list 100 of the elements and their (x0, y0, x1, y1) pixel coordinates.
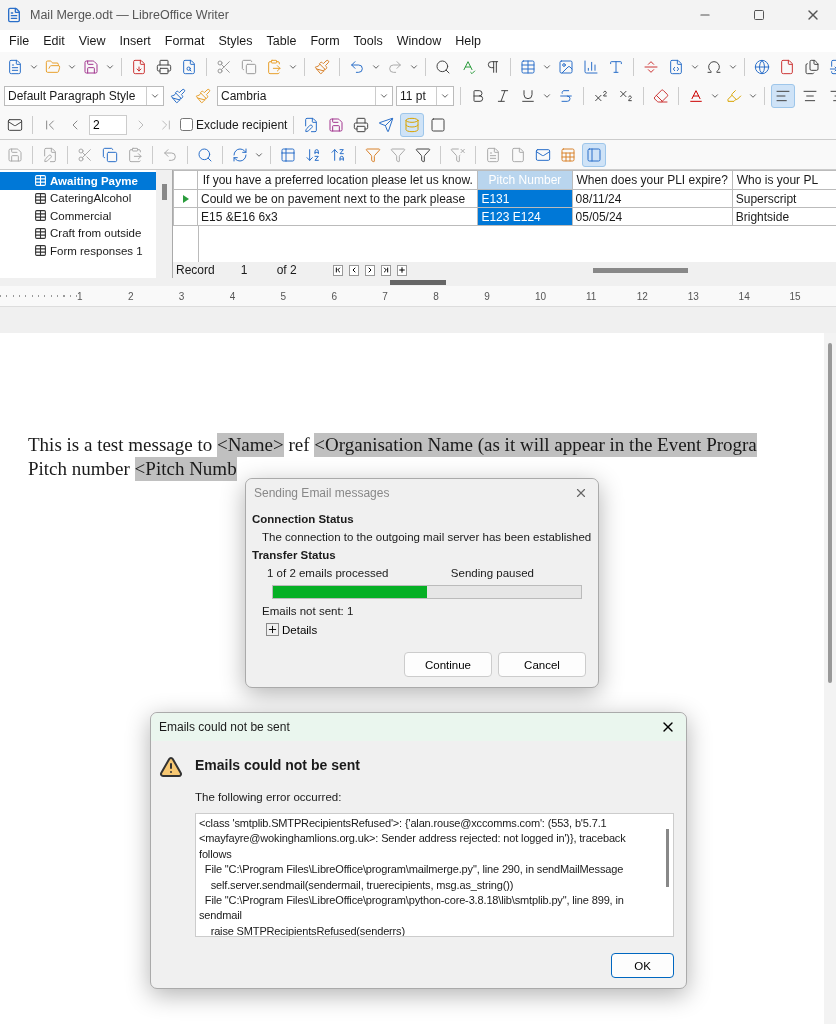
text-box-icon[interactable] (608, 58, 624, 75)
print-merged-icon[interactable] (353, 116, 370, 133)
folder-icon[interactable] (45, 58, 61, 75)
table-tree-item[interactable]: Craft from outside (0, 224, 156, 242)
sort-icon[interactable] (280, 146, 296, 163)
mail-icon[interactable] (7, 116, 23, 133)
splitter-handle[interactable] (390, 279, 446, 285)
save-merged-icon[interactable] (328, 116, 345, 133)
menu-item[interactable]: Window (389, 34, 449, 48)
underline-icon[interactable] (520, 87, 536, 104)
footnote-icon[interactable] (779, 58, 795, 75)
exclude-recipient-checkbox[interactable] (180, 118, 193, 131)
new-style-icon[interactable] (195, 87, 211, 104)
record-navigation-button[interactable] (364, 264, 375, 276)
menu-item[interactable]: Tools (346, 34, 390, 48)
record-navigation-button[interactable] (380, 264, 391, 276)
data-source-icon[interactable] (560, 146, 576, 163)
table-tree-item[interactable]: Form responses 1 (0, 242, 156, 260)
sort-ascending-icon[interactable] (305, 146, 321, 163)
refresh-icon[interactable] (232, 146, 248, 163)
send-email-icon[interactable] (378, 116, 395, 133)
menu-item[interactable]: Edit (36, 34, 72, 48)
undo-icon[interactable] (349, 58, 365, 75)
dialog-button[interactable]: Cancel (498, 652, 586, 677)
print-icon[interactable] (156, 58, 172, 75)
table-tree-item[interactable]: Commercial (0, 207, 156, 225)
paintbrush-icon[interactable] (314, 58, 330, 75)
edit-document-icon[interactable] (303, 116, 320, 133)
table-tree-item[interactable]: CateringAlcohol (0, 189, 156, 207)
cut-icon[interactable] (77, 146, 93, 163)
new-document-icon[interactable] (7, 58, 23, 75)
search-icon[interactable] (435, 58, 451, 75)
menu-item[interactable]: Styles (211, 34, 260, 48)
save-icon[interactable] (83, 58, 99, 75)
page-break-icon[interactable] (643, 58, 659, 75)
menu-item[interactable]: Format (157, 34, 212, 48)
column-header[interactable]: Who is your PL (732, 170, 836, 190)
data-to-fields-icon[interactable] (510, 146, 526, 163)
menu-item[interactable]: View (71, 34, 113, 48)
ok-button[interactable]: OK (611, 953, 674, 978)
field-icon[interactable] (668, 58, 684, 75)
redo-icon[interactable] (387, 58, 403, 75)
undo-icon[interactable] (162, 146, 178, 163)
font-color-icon[interactable] (688, 87, 704, 104)
dialog-button[interactable]: Continue (404, 652, 492, 677)
chart-icon[interactable] (583, 58, 599, 75)
paste-icon[interactable] (266, 58, 282, 75)
paste-icon[interactable] (127, 146, 143, 163)
explorer-button[interactable] (582, 142, 606, 167)
column-header[interactable]: When does your PLI expire? (572, 170, 733, 190)
record-navigation-button[interactable] (396, 264, 407, 276)
sort-descending-icon[interactable] (330, 146, 346, 163)
pilcrow-icon[interactable] (485, 58, 501, 75)
merge-field[interactable]: <Organisation Name (as it will appear in the Event Progra (314, 433, 757, 457)
font-name-field[interactable]: Cambria (217, 85, 393, 106)
record-navigation-button[interactable] (348, 264, 359, 276)
checkbox-label[interactable]: Exclude recipient (196, 117, 288, 132)
table-icon[interactable] (520, 58, 536, 75)
pdf-export-icon[interactable] (131, 58, 147, 75)
menu-item[interactable]: Insert (112, 34, 158, 48)
print-preview-icon[interactable] (181, 58, 197, 75)
edit-data-icon[interactable] (42, 146, 58, 163)
bold-icon[interactable] (470, 87, 486, 104)
image-icon[interactable] (558, 58, 574, 75)
copy-icon[interactable] (102, 146, 118, 163)
column-header[interactable]: If you have a preferred location please let us know. (197, 170, 478, 190)
scrollbar[interactable] (156, 170, 172, 278)
style-update-icon[interactable] (170, 87, 186, 104)
align-left-button[interactable] (771, 83, 795, 108)
paragraph-style-field[interactable]: Default Paragraph Style (4, 85, 164, 106)
remove-filter-icon[interactable] (450, 146, 466, 163)
table-tree-item[interactable]: Awaiting Payme (0, 172, 156, 190)
cut-icon[interactable] (216, 58, 232, 75)
clear-formatting-icon[interactable] (653, 87, 669, 104)
documents-icon[interactable] (804, 58, 820, 75)
merge-field[interactable]: <Pitch Numb (134, 457, 237, 481)
font-size-field[interactable]: 11 pt (396, 85, 454, 106)
autofilter-icon[interactable] (365, 146, 381, 163)
database-button[interactable] (400, 112, 425, 137)
page-icon[interactable] (430, 116, 447, 133)
merge-field[interactable]: <Name> (216, 433, 284, 457)
save-record-icon[interactable] (7, 146, 23, 163)
menu-item[interactable]: Help (448, 34, 488, 48)
search-icon[interactable] (197, 146, 213, 163)
menu-item[interactable]: File (2, 34, 37, 48)
menu-item[interactable]: Table (259, 34, 304, 48)
scrollbar[interactable] (592, 267, 688, 273)
data-to-text-icon[interactable] (485, 146, 501, 163)
italic-icon[interactable] (495, 87, 511, 104)
highlighter-icon[interactable] (726, 87, 742, 104)
omega-icon[interactable] (706, 58, 722, 75)
record-number-field[interactable]: 2 (89, 114, 127, 135)
details-expander[interactable]: Details (252, 623, 318, 636)
hyperlink-icon[interactable] (754, 58, 770, 75)
strikethrough-icon[interactable] (558, 87, 574, 104)
spellcheck-icon[interactable] (460, 58, 476, 75)
copy-icon[interactable] (241, 58, 257, 75)
mail-merge-icon[interactable] (535, 146, 551, 163)
scrollbar[interactable] (824, 333, 836, 1024)
filter-icon[interactable] (390, 146, 406, 163)
